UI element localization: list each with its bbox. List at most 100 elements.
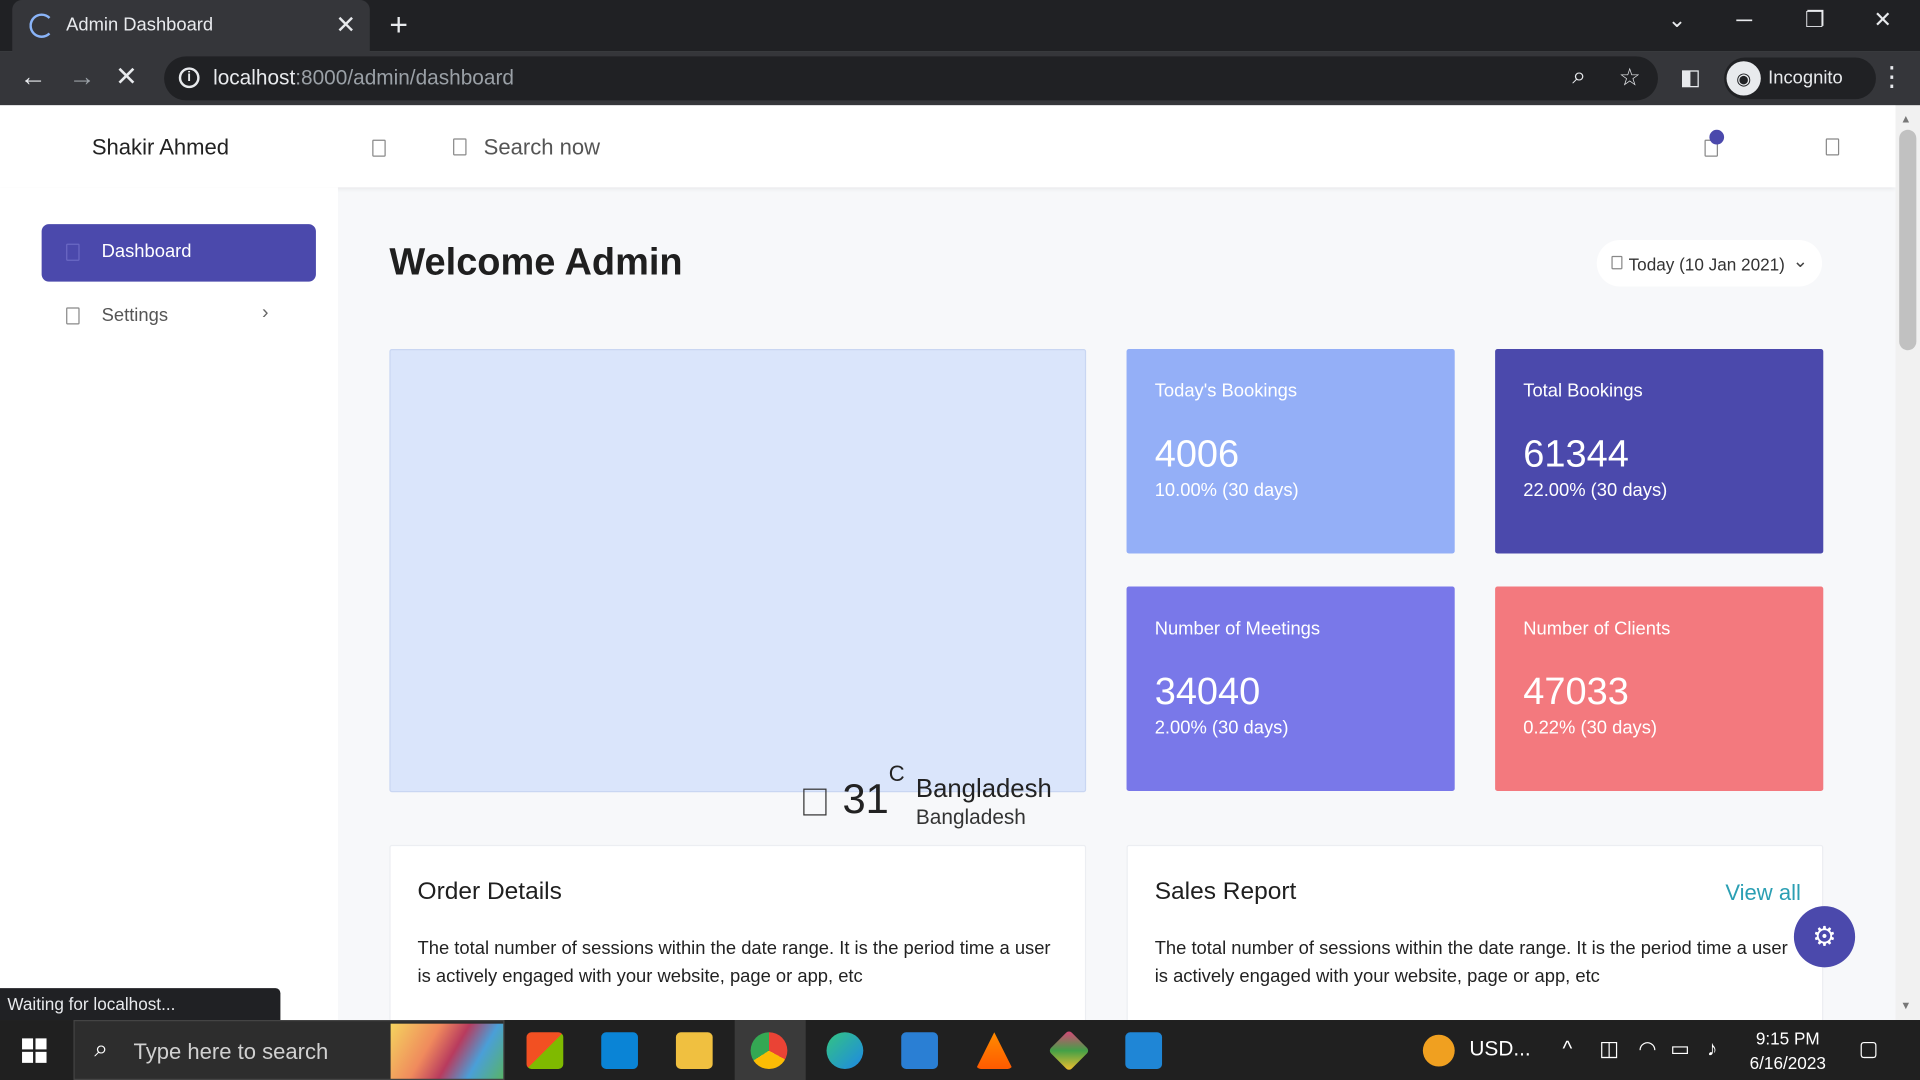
stat-label: Today's Bookings (1154, 380, 1298, 402)
media-player-icon[interactable] (901, 1032, 938, 1069)
temperature: 31C (842, 761, 905, 823)
search-icon: ⌕ (94, 1035, 109, 1063)
site-info-icon[interactable]: i (178, 67, 200, 89)
stat-card-todays-bookings: Today's Bookings 4006 10.00% (30 days) (1126, 348, 1455, 554)
browser-titlebar: Admin Dashboard ✕ + ⌄ ─ ❐ ✕ (0, 0, 1920, 52)
minimize-icon[interactable]: ─ (1736, 7, 1752, 33)
sidebar: Dashboard Settings › (0, 187, 338, 1021)
search-highlight-image (390, 1023, 504, 1079)
microsoft-store-icon[interactable] (526, 1032, 564, 1069)
date-filter-dropdown[interactable]: Today (10 Jan 2021) ⌄ (1596, 240, 1823, 287)
weather-location-secondary: Bangladesh (915, 805, 1026, 829)
tab-title: Admin Dashboard (66, 14, 214, 36)
card-description: The total number of sessions within the … (1154, 937, 1788, 987)
windows-taskbar: ⌕ Type here to search USD... ^ ◫ ◠ ▭ ♪ 9… (0, 1020, 1920, 1080)
notification-dot (1709, 129, 1725, 145)
edge-icon[interactable] (826, 1032, 864, 1069)
close-window-icon[interactable]: ✕ (1873, 7, 1891, 33)
stat-label: Number of Meetings (1154, 618, 1321, 640)
loading-spinner-icon (29, 13, 54, 38)
chevron-down-icon: ⌄ (1792, 251, 1809, 272)
address-bar[interactable]: i localhost:8000/admin/dashboard ⌕ ☆ (164, 56, 1658, 101)
browser-tab[interactable]: Admin Dashboard ✕ (12, 0, 370, 52)
incognito-icon: ◉ (1726, 61, 1761, 96)
bookmark-star-icon[interactable]: ☆ (1619, 62, 1641, 93)
stat-change: 22.00% (30 days) (1523, 480, 1668, 501)
currency-widget-text[interactable]: USD... (1469, 1037, 1530, 1061)
sales-report-card: Sales Report View all The total number o… (1126, 844, 1824, 1021)
back-icon[interactable]: ← (20, 62, 47, 91)
stat-change: 10.00% (30 days) (1154, 480, 1299, 501)
zoom-icon[interactable]: ⌕ (1572, 62, 1586, 90)
stat-value: 47033 (1523, 669, 1629, 713)
stat-value: 4006 (1154, 432, 1240, 476)
menu-kebab-icon[interactable]: ⋮ (1878, 62, 1905, 91)
calendar-icon (1611, 255, 1623, 270)
taskbar-search-input[interactable]: Type here to search (133, 1040, 328, 1066)
gear-icon: ⚙ (1812, 920, 1837, 952)
page-title: Welcome Admin (389, 240, 683, 283)
stat-label: Number of Clients (1523, 618, 1671, 640)
meet-now-icon[interactable]: ◫ (1599, 1037, 1619, 1061)
restore-icon[interactable]: ❐ (1805, 7, 1825, 33)
date-filter-label: Today (10 Jan 2021) (1628, 254, 1785, 275)
chrome-icon[interactable] (750, 1032, 788, 1069)
incognito-badge[interactable]: ◉ Incognito (1724, 57, 1876, 100)
battery-icon[interactable]: ▭ (1670, 1037, 1690, 1061)
weather-icon (803, 788, 827, 816)
url-text[interactable]: localhost:8000/admin/dashboard (213, 66, 514, 90)
incognito-label: Incognito (1768, 67, 1843, 89)
volume-icon[interactable]: ♪ (1707, 1037, 1717, 1061)
taskbar-clock[interactable]: 9:15 PM 6/16/2023 (1736, 1026, 1839, 1075)
windows-start-icon[interactable] (22, 1038, 47, 1063)
new-tab-icon[interactable]: + (389, 6, 408, 44)
page-scrollbar[interactable]: ▲ ▼ (1895, 105, 1920, 1021)
sidebar-item-label: Dashboard (101, 241, 192, 263)
stat-change: 2.00% (30 days) (1154, 717, 1289, 739)
file-explorer-icon[interactable] (675, 1032, 713, 1069)
stat-label: Total Bookings (1523, 380, 1643, 402)
sidebar-item-label: Settings (101, 304, 169, 326)
tray-chevron-up-icon[interactable]: ^ (1562, 1037, 1572, 1061)
vscode-icon[interactable] (1125, 1032, 1163, 1069)
scroll-up-icon[interactable]: ▲ (1900, 113, 1911, 125)
side-panel-icon[interactable]: ◧ (1680, 62, 1701, 91)
sidebar-item-dashboard[interactable]: Dashboard (41, 224, 316, 282)
forward-icon[interactable]: → (69, 62, 96, 91)
dashboard-icon (66, 243, 80, 261)
tab-search-icon[interactable]: ⌄ (1668, 7, 1686, 33)
notifications-icon[interactable]: ▢ (1859, 1037, 1879, 1061)
clock-date: 6/16/2023 (1749, 1053, 1826, 1073)
status-bubble: Waiting for localhost... (0, 988, 281, 1021)
git-client-icon[interactable] (1048, 1029, 1090, 1072)
clock-time: 9:15 PM (1755, 1028, 1820, 1049)
view-all-link[interactable]: View all (1725, 880, 1801, 906)
profile-menu-icon[interactable] (1825, 138, 1840, 156)
settings-icon (66, 307, 80, 325)
search-icon (453, 138, 467, 156)
scroll-down-icon[interactable]: ▼ (1900, 999, 1911, 1011)
top-navbar: Shakir Ahmed Search now (0, 105, 1896, 188)
card-description: The total number of sessions within the … (417, 937, 1051, 987)
search-input[interactable]: Search now (484, 135, 600, 161)
weather-card (389, 348, 1087, 793)
currency-widget-icon[interactable] (1422, 1034, 1455, 1067)
vlc-icon[interactable] (975, 1032, 1013, 1069)
wifi-icon[interactable]: ◠ (1638, 1037, 1656, 1061)
stat-value: 34040 (1154, 669, 1261, 713)
menu-toggle-icon[interactable] (372, 139, 386, 157)
scroll-thumb[interactable] (1899, 129, 1917, 351)
close-tab-icon[interactable]: ✕ (336, 10, 357, 41)
user-name: Shakir Ahmed (91, 134, 230, 160)
settings-gear-button[interactable]: ⚙ (1793, 906, 1856, 968)
mail-icon[interactable] (601, 1032, 638, 1069)
chevron-right-icon: › (262, 302, 269, 324)
sidebar-item-settings[interactable]: Settings › (42, 288, 316, 346)
taskbar-search[interactable]: ⌕ Type here to search (73, 1020, 505, 1080)
browser-toolbar: ← → ✕ i localhost:8000/admin/dashboard ⌕… (0, 51, 1920, 106)
stop-loading-icon[interactable]: ✕ (115, 62, 138, 91)
stat-card-number-of-meetings: Number of Meetings 34040 2.00% (30 days) (1126, 586, 1455, 792)
card-title: Order Details (417, 877, 562, 905)
stat-card-number-of-clients: Number of Clients 47033 0.22% (30 days) (1495, 586, 1824, 792)
order-details-card: Order Details The total number of sessio… (389, 844, 1087, 1021)
